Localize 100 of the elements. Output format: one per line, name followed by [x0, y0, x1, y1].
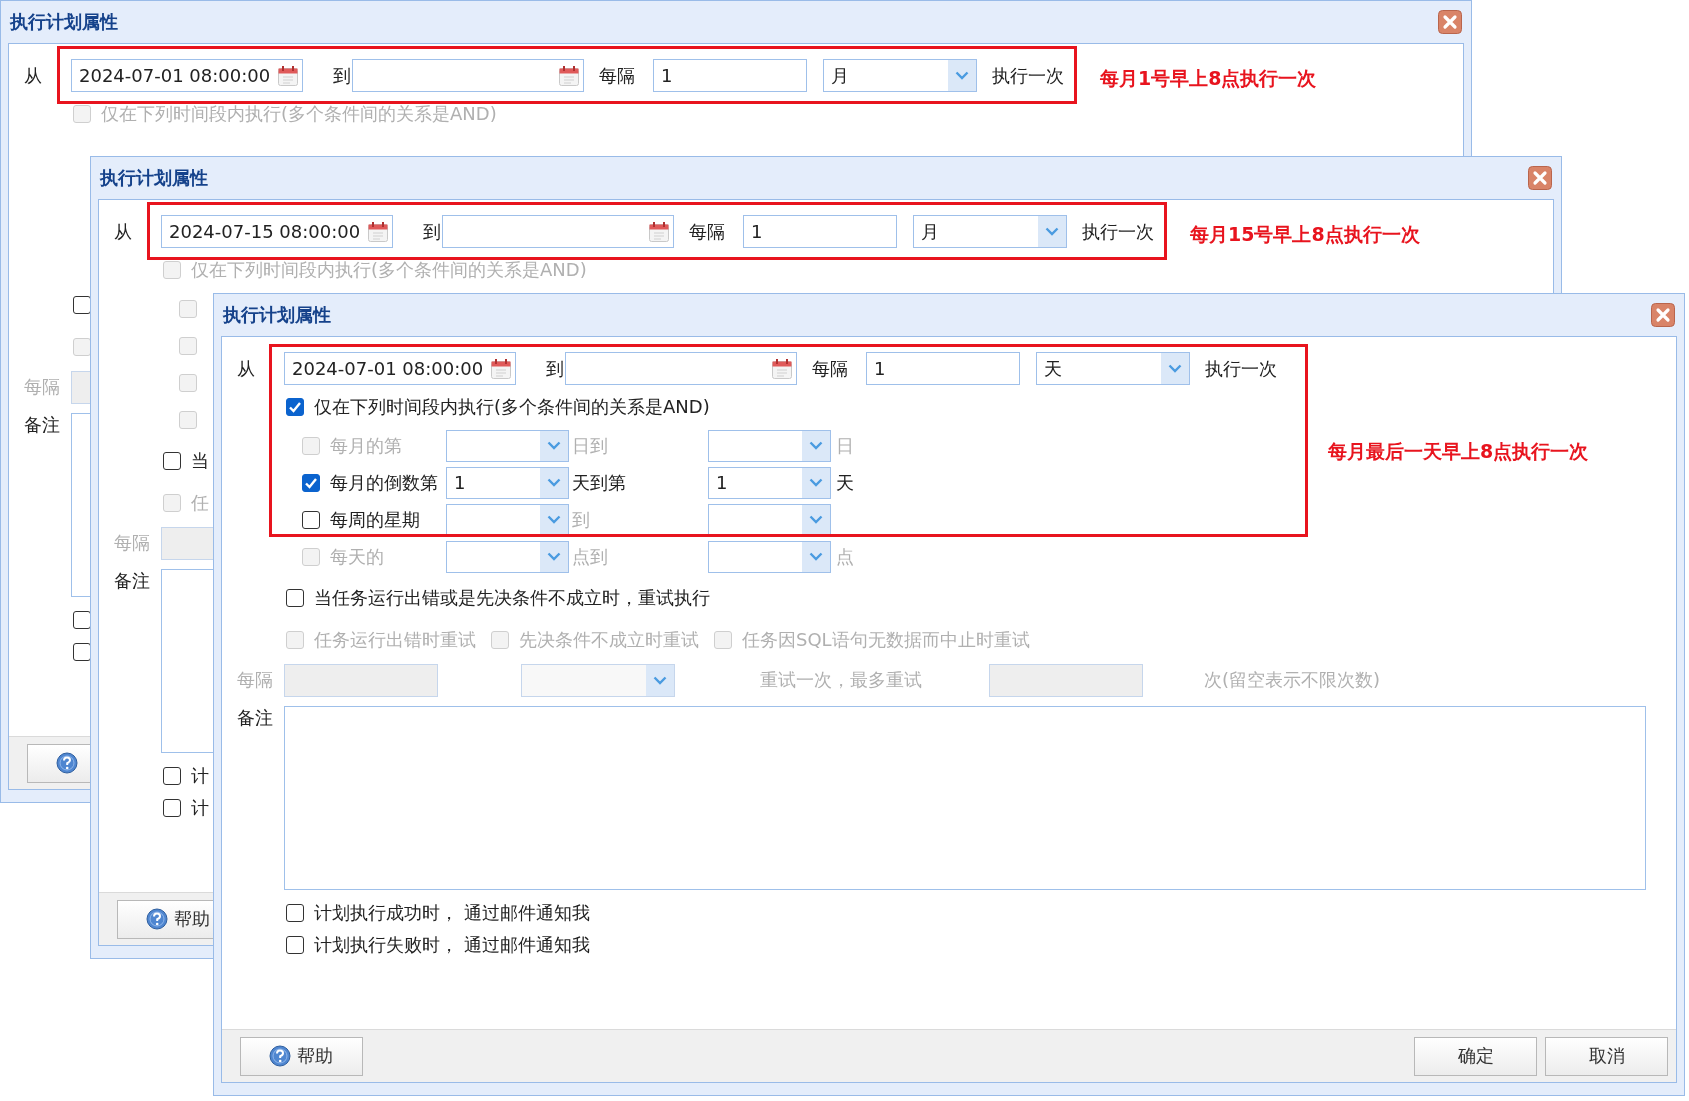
checkbox[interactable]	[286, 936, 304, 954]
field-label: 备注	[114, 569, 151, 593]
checkbox[interactable]	[302, 510, 320, 529]
checkbox[interactable]	[163, 799, 181, 817]
checkbox[interactable]	[163, 767, 181, 785]
date-field[interactable]	[352, 59, 584, 92]
field-label: 到	[572, 507, 591, 532]
window-title: 执行计划属性	[10, 10, 118, 34]
calendar-icon[interactable]	[771, 357, 793, 380]
ok-button[interactable]: 确定	[1414, 1036, 1537, 1076]
checkbox-label: 任务因SQL语句无数据而中止时重试	[742, 627, 1030, 652]
checkbox-label: 当任务运行出错或是先决条件不成立时，重试执行	[314, 585, 710, 610]
chevron-icon[interactable]	[802, 504, 830, 535]
calendar-icon[interactable]	[490, 357, 512, 380]
help-icon[interactable]	[146, 908, 168, 930]
checkbox-label: 每月的第	[330, 433, 403, 458]
checkbox[interactable]	[286, 904, 304, 922]
field-label: 日到	[572, 433, 609, 458]
field-label: 从	[114, 219, 133, 244]
checkbox[interactable]	[286, 398, 304, 416]
field-label: 每隔	[114, 531, 151, 555]
chevron-icon[interactable]	[802, 467, 830, 498]
close-button[interactable]	[1528, 166, 1552, 190]
chevron-icon[interactable]	[540, 541, 568, 572]
field-label: 重试一次，最多重试	[760, 668, 923, 692]
close-button[interactable]	[1651, 303, 1675, 327]
checkbox-label: 每周的星期	[330, 507, 421, 532]
field-label: 执行一次	[992, 63, 1064, 88]
dropdown[interactable]	[708, 503, 831, 536]
close-button[interactable]	[1438, 10, 1462, 34]
dropdown[interactable]: 1	[446, 466, 569, 499]
field-label: 执行一次	[1205, 356, 1277, 381]
dropdown[interactable]: 月	[913, 215, 1067, 248]
field-label: 从	[237, 356, 256, 381]
chevron-icon[interactable]	[540, 430, 568, 461]
chevron-icon[interactable]	[948, 60, 976, 91]
field-label: 到	[333, 63, 352, 88]
chevron-icon[interactable]	[646, 664, 674, 696]
help-icon[interactable]	[269, 1045, 291, 1067]
window-title: 执行计划属性	[223, 303, 331, 327]
dropdown[interactable]: 月	[823, 59, 977, 92]
field-label: 每隔	[24, 375, 61, 399]
input-field[interactable]	[989, 663, 1143, 697]
checkbox-label: 计	[191, 764, 209, 788]
dropdown[interactable]: 天	[1036, 352, 1190, 385]
field-label: 到	[423, 219, 442, 244]
checkbox-label: 任	[191, 490, 209, 515]
checkbox-label: 计划执行失败时， 通过邮件通知我	[314, 933, 590, 957]
calendar-icon[interactable]	[558, 64, 580, 87]
field-label: 天	[836, 470, 854, 495]
checkbox[interactable]	[73, 643, 91, 661]
input-field[interactable]	[284, 663, 438, 697]
field-label: 每隔	[812, 356, 848, 381]
annotation-text: 每月最后一天早上8点执行一次	[1328, 439, 1589, 463]
field-label: 点到	[572, 544, 609, 569]
calendar-icon[interactable]	[367, 220, 389, 243]
date-field[interactable]	[565, 352, 797, 385]
calendar-icon[interactable]	[648, 220, 670, 243]
help-icon[interactable]	[56, 752, 78, 774]
window-title: 执行计划属性	[100, 166, 208, 190]
chevron-icon[interactable]	[802, 541, 830, 572]
input-field[interactable]: 1	[866, 352, 1020, 385]
field-label: 天到第	[572, 470, 627, 495]
field-label: 点	[836, 544, 854, 569]
field-label: 每隔	[237, 668, 274, 692]
checkbox[interactable]	[302, 473, 320, 492]
checkbox[interactable]	[286, 588, 304, 607]
checkbox-label: 计	[191, 796, 209, 820]
field-label: 到	[546, 356, 565, 381]
calendar-icon[interactable]	[277, 64, 299, 87]
field-label: 备注	[24, 413, 61, 437]
help-button[interactable]: 帮助	[240, 1036, 363, 1076]
checkbox-label: 仅在下列时间段内执行(多个条件间的关系是AND)	[191, 258, 587, 282]
field-label: 日	[836, 433, 854, 458]
checkbox[interactable]	[163, 451, 181, 470]
date-field[interactable]: 2024-07-01 08:00:00	[284, 352, 516, 385]
dropdown[interactable]: 1	[708, 466, 831, 499]
field-label: 次(留空表示不限次数)	[1204, 668, 1381, 692]
chevron-icon[interactable]	[540, 467, 568, 498]
input-field[interactable]: 1	[743, 215, 897, 248]
date-field[interactable]	[442, 215, 674, 248]
chevron-icon[interactable]	[1161, 353, 1189, 384]
chevron-icon[interactable]	[1038, 216, 1066, 247]
checkbox[interactable]	[73, 295, 91, 314]
input-field[interactable]: 1	[653, 59, 807, 92]
checkbox-label: 仅在下列时间段内执行(多个条件间的关系是AND)	[101, 102, 497, 126]
field-label: 备注	[237, 706, 274, 730]
checkbox-label: 仅在下列时间段内执行(多个条件间的关系是AND)	[314, 395, 710, 419]
date-field[interactable]: 2024-07-01 08:00:00	[71, 59, 303, 92]
checkbox[interactable]	[73, 611, 91, 629]
checkbox-label: 当	[191, 448, 209, 473]
annotation-text: 每月1号早上8点执行一次	[1100, 66, 1317, 90]
checkbox-label: 先决条件不成立时重试	[519, 627, 699, 652]
dropdown[interactable]	[446, 503, 569, 536]
cancel-button[interactable]: 取消	[1545, 1036, 1668, 1076]
field-label: 每隔	[599, 63, 635, 88]
checkbox-label: 每天的	[330, 544, 385, 569]
chevron-icon[interactable]	[540, 504, 568, 535]
date-field[interactable]: 2024-07-15 08:00:00	[161, 215, 393, 248]
chevron-icon[interactable]	[802, 430, 830, 461]
